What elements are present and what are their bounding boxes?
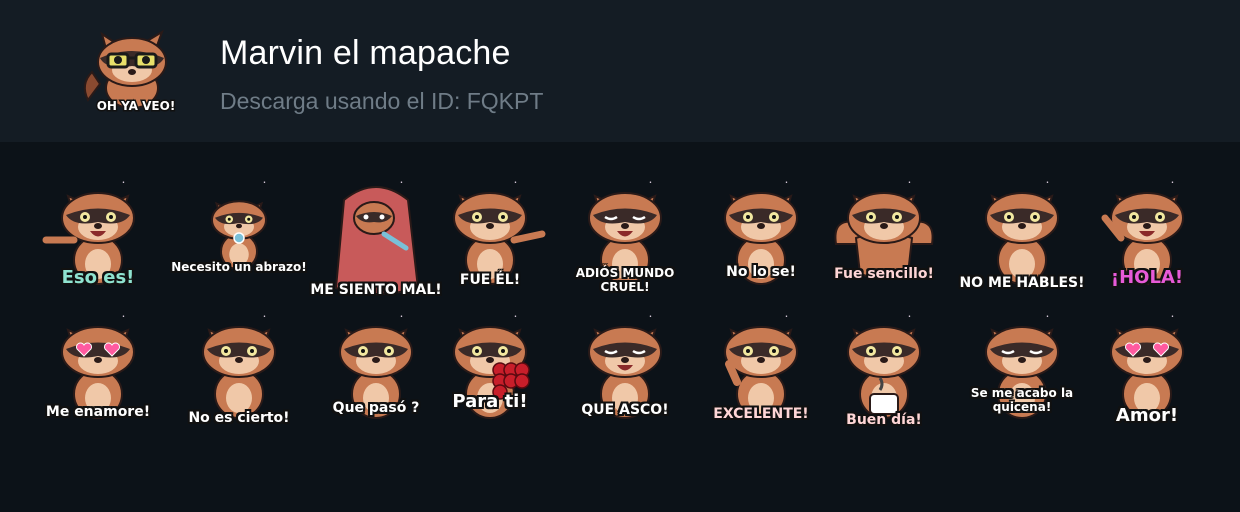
sticker-watermark: • xyxy=(514,180,517,186)
sticker-grid: • Eso es! • Necesito un abrazo! • ME SIENTO M… xyxy=(32,178,1222,442)
sticker-annoyed[interactable]: • NO ME HABLES! xyxy=(959,178,1084,306)
sticker-watermark: • xyxy=(514,314,517,320)
raccoon-sticker-art xyxy=(588,326,662,419)
sticker-disgust[interactable]: • QUE ASCO! xyxy=(563,312,687,440)
sticker-sad[interactable]: • Se me acabo la quicena! xyxy=(960,312,1084,440)
sticker-watermark: • xyxy=(1171,314,1174,320)
sticker-caption: Buen día! xyxy=(846,412,922,428)
sticker-shrug[interactable]: • No lo se! xyxy=(699,178,823,306)
sticker-confused[interactable]: • Que pasó ? xyxy=(314,312,438,440)
sticker-caption: FUE ÉL! xyxy=(459,272,521,288)
sticker-caption: Amor! xyxy=(1115,405,1179,426)
sticker-caption: Necesito un abrazo! xyxy=(171,260,307,274)
sticker-caption: Se me acabo la quicena! xyxy=(970,386,1074,414)
sticker-pointing-right[interactable]: • FUE ÉL! xyxy=(428,178,552,306)
sticker-thumbs-up[interactable]: • EXCELENTE! xyxy=(699,312,823,440)
raccoon-sticker-art xyxy=(453,326,530,419)
sticker-waving[interactable]: • ¡HOLA! xyxy=(1085,178,1209,306)
sticker-watermark: • xyxy=(649,180,652,186)
sticker-watermark: • xyxy=(908,314,911,320)
sticker-watermark: • xyxy=(400,314,403,320)
sticker-watermark: • xyxy=(649,314,652,320)
pack-title: Marvin el mapache xyxy=(220,34,511,72)
sticker-caption: No es cierto! xyxy=(188,410,290,426)
sticker-muscles[interactable]: • Fue sencillo! xyxy=(822,178,946,306)
raccoon-sticker-art xyxy=(985,326,1059,419)
sticker-watermark: • xyxy=(263,314,266,320)
sticker-caption: EXCELENTE! xyxy=(713,406,809,422)
pack-header: OH YA VEO! Marvin el mapache Descarga us… xyxy=(0,0,1240,142)
sticker-watermark: • xyxy=(785,314,788,320)
sticker-caption: Fue sencillo! xyxy=(834,266,934,282)
pack-thumbnail-caption: OH YA VEO! xyxy=(97,99,176,113)
sticker-blanket[interactable]: • ME SIENTO MAL! xyxy=(310,178,441,306)
sticker-heart-eyes[interactable]: • Amor! xyxy=(1085,312,1209,440)
sticker-watermark: • xyxy=(263,180,266,186)
sticker-watermark: • xyxy=(122,180,125,186)
sticker-watermark: • xyxy=(908,180,911,186)
sticker-arms-crossed[interactable]: • No es cierto! xyxy=(177,312,301,440)
sticker-pacifier[interactable]: • Necesito un abrazo! xyxy=(171,178,307,306)
sticker-caption: NO ME HABLES! xyxy=(959,275,1085,291)
sticker-heart-eyes[interactable]: • Me enamore! xyxy=(36,312,160,440)
raccoon-sticker-art xyxy=(61,326,135,419)
sticker-crying[interactable]: • ADIÓS MUNDO CRUEL! xyxy=(563,178,687,306)
sticker-watermark: • xyxy=(1046,314,1049,320)
pack-download-id: Descarga usando el ID: FQKPT xyxy=(220,88,544,114)
raccoon-sticker-art xyxy=(834,192,934,279)
sticker-caption: ¡HOLA! xyxy=(1110,267,1184,288)
raccoon-sticker-art xyxy=(211,200,267,271)
sticker-watermark: • xyxy=(122,314,125,320)
sticker-caption: ADIÓS MUNDO CRUEL! xyxy=(575,266,675,294)
sticker-coffee[interactable]: • Buen día! xyxy=(822,312,946,440)
sticker-caption: No lo se! xyxy=(726,264,796,280)
sticker-watermark: • xyxy=(400,180,403,186)
sticker-watermark: • xyxy=(785,180,788,186)
sticker-watermark: • xyxy=(1171,180,1174,186)
raccoon-sticker-art xyxy=(339,326,413,419)
sticker-caption: QUE ASCO! xyxy=(581,402,669,418)
sticker-pointing[interactable]: • Eso es! xyxy=(36,178,160,306)
sticker-caption: Eso es! xyxy=(61,267,135,288)
pack-thumbnail: OH YA VEO! xyxy=(83,29,177,115)
sticker-roses[interactable]: • Para ti! xyxy=(428,312,552,440)
raccoon-sticker-art xyxy=(724,192,798,285)
sticker-caption: Me enamore! xyxy=(45,404,151,420)
sticker-caption: Para ti! xyxy=(452,391,528,412)
sticker-watermark: • xyxy=(1046,180,1049,186)
